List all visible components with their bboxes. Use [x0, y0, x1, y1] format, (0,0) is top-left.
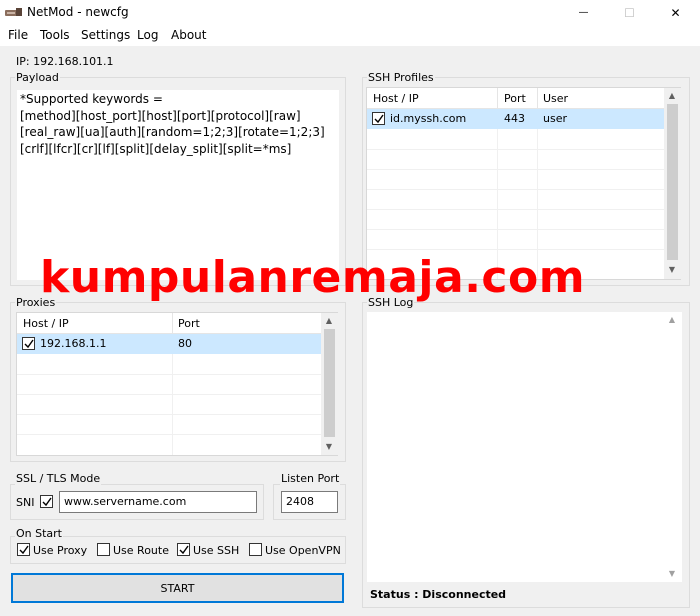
column-port[interactable]: Port [178, 317, 200, 330]
menu-about[interactable]: About [171, 28, 206, 42]
proxies-list[interactable]: Host / IP Port 192.168.1.1 80 ▲ ▼ [16, 312, 338, 456]
ssh-profiles-header: Host / IP Port User [367, 88, 680, 109]
close-icon: ✕ [670, 5, 681, 20]
use-route-label[interactable]: Use Route [113, 544, 169, 557]
sni-checkbox[interactable] [40, 495, 53, 508]
checkmark-icon [179, 545, 189, 554]
use-openvpn-label[interactable]: Use OpenVPN [265, 544, 341, 557]
menu-log[interactable]: Log [137, 28, 158, 42]
sni-input[interactable]: www.servername.com [59, 491, 257, 513]
use-proxy-checkbox[interactable] [17, 543, 30, 556]
ssh-log-textarea[interactable]: ▲ ▼ [367, 312, 682, 582]
checkmark-icon [374, 114, 384, 123]
checkmark-icon [42, 497, 52, 506]
on-start-label: On Start [15, 527, 63, 540]
table-row[interactable]: 192.168.1.1 80 [17, 334, 321, 354]
maximize-icon: ☐ [624, 5, 635, 20]
use-ssh-label[interactable]: Use SSH [193, 544, 239, 557]
ssl-tls-label: SSL / TLS Mode [15, 472, 102, 485]
row-port: 80 [178, 337, 192, 350]
checkmark-icon [19, 545, 29, 554]
menu-bar: File Tools Settings Log About [0, 25, 700, 46]
column-host[interactable]: Host / IP [23, 317, 69, 330]
listen-port-label: Listen Port [280, 472, 341, 485]
chevron-down-icon[interactable]: ▼ [664, 265, 680, 275]
chevron-up-icon[interactable]: ▲ [321, 316, 337, 326]
menu-file[interactable]: File [8, 28, 28, 42]
row-checkbox[interactable] [372, 112, 385, 125]
column-user[interactable]: User [543, 92, 568, 105]
row-checkbox[interactable] [22, 337, 35, 350]
use-proxy-label[interactable]: Use Proxy [33, 544, 87, 557]
minimize-button[interactable]: — [567, 0, 600, 25]
payload-label: Payload [15, 71, 60, 84]
menu-tools[interactable]: Tools [40, 28, 70, 42]
proxies-scrollbar[interactable]: ▲ ▼ [321, 313, 338, 455]
sni-label: SNI [16, 496, 35, 509]
watermark-text: kumpulanremaja.com [40, 252, 586, 303]
menu-settings[interactable]: Settings [81, 28, 130, 42]
close-button[interactable]: ✕ [659, 0, 692, 25]
checkmark-icon [24, 339, 34, 348]
row-host: id.myssh.com [390, 112, 467, 125]
chevron-up-icon[interactable]: ▲ [664, 315, 680, 325]
use-openvpn-checkbox[interactable] [249, 543, 262, 556]
minimize-icon: — [578, 7, 589, 18]
table-row[interactable]: id.myssh.com 443 user [367, 109, 664, 129]
ssh-log-scrollbar[interactable]: ▲ ▼ [664, 312, 682, 582]
status-label: Status : Disconnected [370, 588, 507, 601]
listen-port-input[interactable]: 2408 [281, 491, 338, 513]
chevron-down-icon[interactable]: ▼ [664, 569, 680, 579]
column-host[interactable]: Host / IP [373, 92, 419, 105]
scroll-thumb[interactable] [324, 329, 335, 437]
use-ssh-checkbox[interactable] [177, 543, 190, 556]
window-title: NetMod - newcfg [27, 5, 129, 19]
use-route-checkbox[interactable] [97, 543, 110, 556]
netmod-app-icon [5, 8, 22, 16]
start-button[interactable]: START [11, 573, 344, 603]
chevron-down-icon[interactable]: ▼ [321, 442, 337, 452]
row-host: 192.168.1.1 [40, 337, 107, 350]
chevron-up-icon[interactable]: ▲ [664, 91, 680, 101]
row-user: user [543, 112, 567, 125]
title-bar[interactable]: NetMod - newcfg — ☐ ✕ [0, 0, 700, 25]
scroll-thumb[interactable] [667, 104, 678, 260]
ip-label: IP: 192.168.101.1 [16, 55, 114, 68]
ssh-profiles-scrollbar[interactable]: ▲ ▼ [664, 88, 681, 279]
proxies-header: Host / IP Port [17, 313, 337, 334]
ssh-profiles-label: SSH Profiles [367, 71, 435, 84]
row-port: 443 [504, 112, 525, 125]
maximize-button[interactable]: ☐ [613, 0, 646, 25]
column-port[interactable]: Port [504, 92, 526, 105]
